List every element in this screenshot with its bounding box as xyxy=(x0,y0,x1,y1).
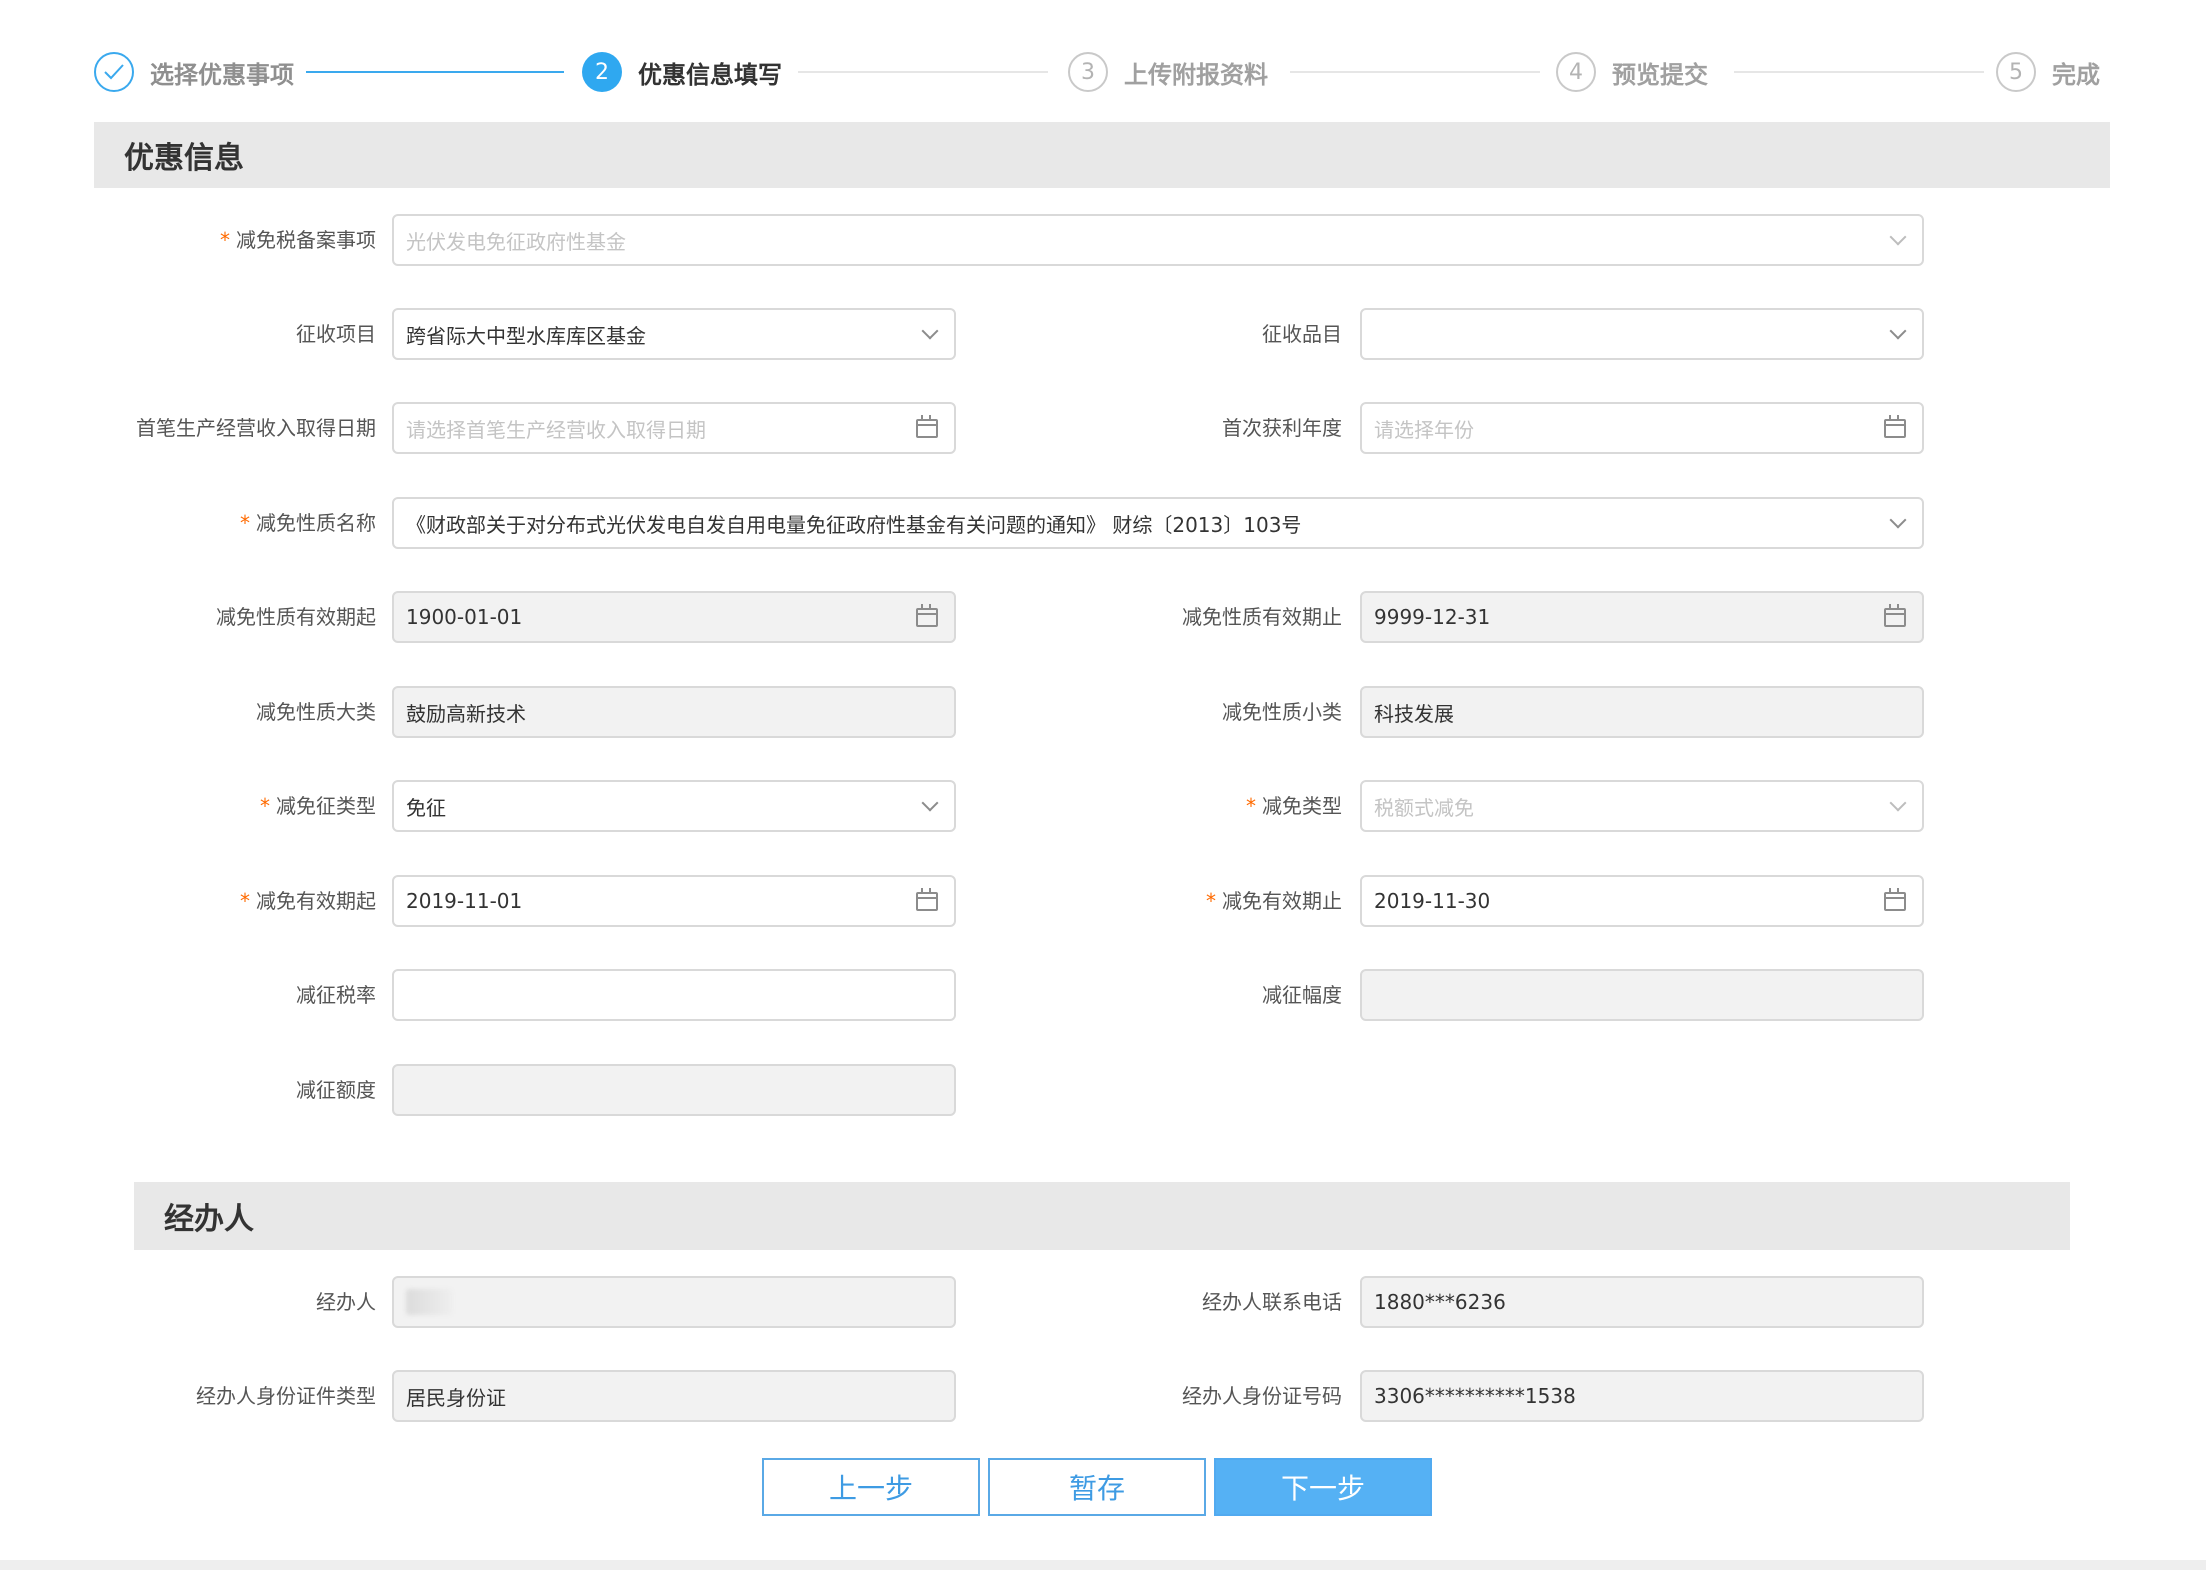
step-preview[interactable]: 4 预览提交 xyxy=(1556,50,1708,94)
handler-name-field xyxy=(392,1276,956,1328)
nature-valid-from-picker: 1900-01-01 xyxy=(392,591,956,643)
first-income-date-picker[interactable]: 请选择首笔生产经营收入取得日期 xyxy=(392,402,956,454)
levy-range-label: 减征幅度 xyxy=(1262,983,1342,1007)
nature-subcategory-field: 科技发展 xyxy=(1360,686,1924,738)
collection-item-select[interactable]: 跨省际大中型水库库区基金 xyxy=(392,308,956,360)
step-connector-3 xyxy=(1290,71,1540,73)
step-complete[interactable]: 5 完成 xyxy=(1996,50,2100,94)
section-title: 优惠信息 xyxy=(124,141,244,176)
collection-subitem-label: 征收品目 xyxy=(1262,322,1342,346)
step-upload[interactable]: 3 上传附报资料 xyxy=(1068,50,1268,94)
levy-range-field xyxy=(1360,969,1924,1021)
page-bottom-bar xyxy=(0,1560,2206,1570)
reduction-type-label: * 减免类型 xyxy=(1246,794,1342,818)
next-step-button[interactable]: 下一步 xyxy=(1214,1458,1432,1516)
chevron-down-icon xyxy=(1889,228,1907,246)
nature-subcategory-label: 减免性质小类 xyxy=(1222,700,1342,724)
valid-to-picker[interactable]: 2019-11-30 xyxy=(1360,875,1924,927)
nature-name-select[interactable]: 《财政部关于对分布式光伏发电自发自用电量免征政府性基金有关问题的通知》 财综〔2… xyxy=(392,497,1924,549)
step-number: 4 xyxy=(1556,52,1596,92)
step-fill-info[interactable]: 2 优惠信息填写 xyxy=(582,50,782,94)
filing-item-label: * 减免税备案事项 xyxy=(220,228,376,252)
collection-item-label: 征收项目 xyxy=(296,322,376,346)
first-income-date-label: 首笔生产经营收入取得日期 xyxy=(136,416,376,440)
handler-id-type-field: 居民身份证 xyxy=(392,1370,956,1422)
step-label: 选择优惠事项 xyxy=(150,60,294,89)
step-label: 预览提交 xyxy=(1612,60,1708,89)
handler-id-number-field: 3306**********1538 xyxy=(1360,1370,1924,1422)
chevron-down-icon xyxy=(1889,794,1907,812)
first-profit-year-label: 首次获利年度 xyxy=(1222,416,1342,440)
calendar-icon xyxy=(916,414,938,438)
levy-amount-label: 减征额度 xyxy=(296,1078,376,1102)
valid-from-picker[interactable]: 2019-11-01 xyxy=(392,875,956,927)
prev-step-button[interactable]: 上一步 xyxy=(762,1458,980,1516)
section-title: 经办人 xyxy=(164,1202,254,1237)
step-label: 上传附报资料 xyxy=(1124,60,1268,89)
chevron-down-icon xyxy=(1889,511,1907,529)
section-header-discount: 优惠信息 xyxy=(94,122,2110,188)
tax-discount-form-page: 选择优惠事项 2 优惠信息填写 3 上传附报资料 4 预览提交 5 完成 优惠信… xyxy=(0,0,2206,1570)
handler-phone-field: 1880***6236 xyxy=(1360,1276,1924,1328)
progress-stepper: 选择优惠事项 2 优惠信息填写 3 上传附报资料 4 预览提交 5 完成 xyxy=(0,0,2206,120)
calendar-icon xyxy=(1884,603,1906,627)
nature-category-field: 鼓励高新技术 xyxy=(392,686,956,738)
handler-phone-label: 经办人联系电话 xyxy=(1202,1290,1342,1314)
step-number: 3 xyxy=(1068,52,1108,92)
filing-item-select[interactable]: 光伏发电免征政府性基金 xyxy=(392,214,1924,266)
section-header-handler: 经办人 xyxy=(134,1182,2070,1250)
handler-name-label: 经办人 xyxy=(316,1290,376,1314)
reduction-type-select[interactable]: 税额式减免 xyxy=(1360,780,1924,832)
reduction-levy-type-label: * 减免征类型 xyxy=(260,794,376,818)
valid-to-label: * 减免有效期止 xyxy=(1206,889,1342,913)
step-label: 完成 xyxy=(2052,60,2100,89)
nature-category-label: 减免性质大类 xyxy=(256,700,376,724)
reduction-levy-type-select[interactable]: 免征 xyxy=(392,780,956,832)
check-icon xyxy=(94,52,134,92)
chevron-down-icon xyxy=(921,322,939,340)
calendar-icon xyxy=(1884,887,1906,911)
levy-rate-label: 减征税率 xyxy=(296,983,376,1007)
handler-id-number-label: 经办人身份证号码 xyxy=(1182,1384,1342,1408)
step-select-item[interactable]: 选择优惠事项 xyxy=(94,50,294,94)
redacted-name xyxy=(406,1289,452,1315)
levy-rate-input[interactable] xyxy=(392,969,956,1021)
handler-id-type-label: 经办人身份证件类型 xyxy=(196,1384,376,1408)
calendar-icon xyxy=(916,603,938,627)
step-label: 优惠信息填写 xyxy=(638,60,782,89)
calendar-icon xyxy=(916,887,938,911)
nature-valid-to-label: 减免性质有效期止 xyxy=(1182,605,1342,629)
step-connector-4 xyxy=(1734,71,1984,73)
levy-amount-field xyxy=(392,1064,956,1116)
save-draft-button[interactable]: 暂存 xyxy=(988,1458,1206,1516)
collection-subitem-select[interactable] xyxy=(1360,308,1924,360)
valid-from-label: * 减免有效期起 xyxy=(240,889,376,913)
first-profit-year-picker[interactable]: 请选择年份 xyxy=(1360,402,1924,454)
nature-valid-to-picker: 9999-12-31 xyxy=(1360,591,1924,643)
nature-name-label: * 减免性质名称 xyxy=(240,511,376,535)
calendar-icon xyxy=(1884,414,1906,438)
step-number: 2 xyxy=(582,52,622,92)
step-number: 5 xyxy=(1996,52,2036,92)
chevron-down-icon xyxy=(921,794,939,812)
chevron-down-icon xyxy=(1889,322,1907,340)
nature-valid-from-label: 减免性质有效期起 xyxy=(216,605,376,629)
step-connector-2 xyxy=(798,71,1048,73)
step-connector-1 xyxy=(306,71,564,73)
